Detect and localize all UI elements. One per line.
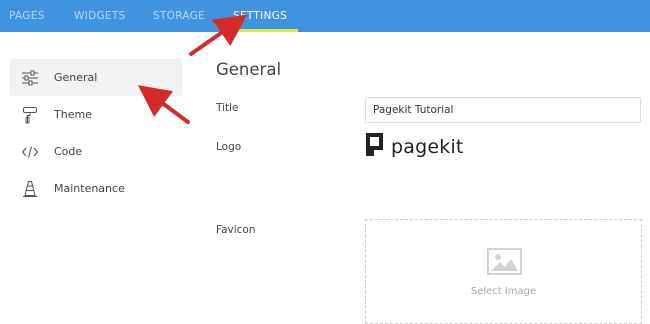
title-input[interactable] (365, 97, 641, 123)
title-label: Title (216, 102, 239, 114)
sliders-icon (20, 68, 40, 88)
sidebar-item-label: Code (54, 145, 83, 158)
select-image-label: Select Image (470, 286, 537, 297)
sidebar-item-theme[interactable]: Theme (10, 96, 182, 133)
logo-label: Logo (216, 141, 242, 153)
sidebar-item-label: Theme (54, 108, 92, 121)
section-title: General (216, 60, 282, 79)
image-placeholder-icon (487, 248, 522, 279)
nav-tab-settings[interactable]: SETTINGS (233, 0, 287, 32)
nav-tab-widgets[interactable]: WIDGETS (74, 0, 126, 32)
top-navigation-bar: PAGES WIDGETS STORAGE SETTINGS (0, 0, 650, 32)
paint-roller-icon (20, 105, 40, 125)
nav-tab-pages[interactable]: PAGES (9, 0, 45, 32)
active-tab-indicator (226, 29, 298, 32)
logo-preview[interactable]: pagekit (366, 133, 464, 160)
logo-text: pagekit (391, 135, 464, 158)
sidebar-item-label: General (54, 71, 98, 84)
favicon-image-picker[interactable]: Select Image (365, 219, 642, 324)
settings-sidebar: General Theme Code Maintenance (10, 59, 182, 207)
pagekit-logo-icon (366, 133, 383, 160)
nav-tab-storage[interactable]: STORAGE (153, 0, 205, 32)
traffic-cone-icon (20, 179, 40, 199)
sidebar-item-general[interactable]: General (10, 59, 182, 96)
sidebar-item-label: Maintenance (54, 182, 125, 195)
sidebar-item-code[interactable]: Code (10, 133, 182, 170)
sidebar-item-maintenance[interactable]: Maintenance (10, 170, 182, 207)
code-icon (20, 142, 40, 162)
favicon-label: Favicon (216, 224, 256, 236)
